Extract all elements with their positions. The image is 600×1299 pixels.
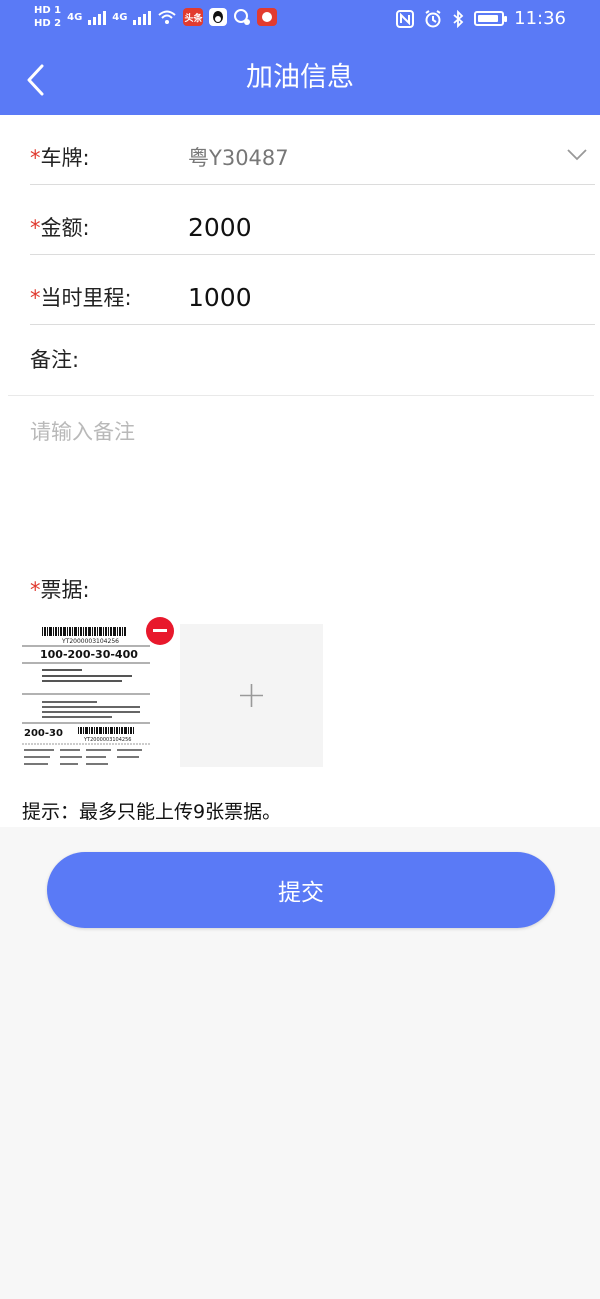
- note-label-row: 备注:: [30, 325, 600, 395]
- receipt-label-text: 票据:: [40, 578, 90, 602]
- sim1-label: HD 1: [34, 5, 62, 16]
- refuel-form: *车牌: 粤Y30487 *金额: 2000 *当时里程: 1000 备注: *…: [0, 115, 600, 827]
- receipt-image: YT2000003104256 100-200-30-400 200-30 YT…: [22, 624, 150, 767]
- submit-button[interactable]: 提交: [47, 852, 555, 928]
- note-label: 备注:: [30, 348, 80, 372]
- app-bar: HD 1 HD 2 4G 4G 头条 11:36 加油信息: [0, 0, 600, 115]
- plus-icon: [240, 684, 263, 707]
- sim-indicators: HD 1 HD 2: [34, 5, 61, 29]
- qq-icon: [209, 8, 228, 26]
- required-mark: *: [30, 216, 41, 240]
- page-title: 加油信息: [246, 62, 354, 93]
- network1-label: 4G: [67, 11, 83, 23]
- nfc-icon: [396, 9, 415, 28]
- wifi-icon: [158, 10, 177, 24]
- alarm-icon: [425, 9, 441, 27]
- status-right: 11:36: [396, 8, 566, 29]
- status-bar: HD 1 HD 2 4G 4G 头条 11:36: [0, 0, 600, 42]
- note-box: [8, 395, 594, 557]
- signal-icon: [88, 9, 107, 25]
- receipt-section: *票据: YT2000003104256 100-200-30-400 200-…: [8, 557, 594, 827]
- add-receipt-button[interactable]: [180, 624, 323, 767]
- upload-hint: 提示：最多只能上传9张票据。: [22, 801, 282, 823]
- required-mark: *: [30, 146, 41, 170]
- app-icon: [257, 8, 278, 26]
- bluetooth-icon: [453, 9, 464, 28]
- receipt-barcode-bottom-text: YT2000003104256: [83, 737, 131, 743]
- battery-charging-icon: [474, 11, 508, 26]
- required-mark: *: [30, 578, 41, 602]
- remove-receipt-button[interactable]: [146, 617, 174, 645]
- receipt-tracking-text: 100-200-30-400: [40, 648, 138, 661]
- receipt-code-text: 200-30: [24, 728, 63, 739]
- chat-icon: [234, 9, 251, 25]
- receipt-label: *票据:: [30, 574, 90, 604]
- sim2-label: HD 2: [34, 18, 62, 29]
- receipt-thumbnail[interactable]: YT2000003104256 100-200-30-400 200-30 YT…: [22, 624, 150, 767]
- plate-label-text: 车牌:: [40, 146, 90, 170]
- plate-field[interactable]: *车牌: 粤Y30487: [30, 115, 595, 185]
- signal-icon: [133, 9, 152, 25]
- status-left: HD 1 HD 2 4G 4G 头条: [34, 5, 278, 29]
- receipt-barcode-top-text: YT2000003104256: [61, 638, 119, 645]
- network2-label: 4G: [112, 11, 128, 23]
- required-mark: *: [30, 286, 41, 310]
- note-input[interactable]: [8, 396, 594, 557]
- chevron-down-icon[interactable]: [567, 149, 587, 161]
- status-time: 11:36: [514, 8, 566, 29]
- amount-label-text: 金额:: [40, 216, 90, 240]
- toutiao-app-icon: 头条: [183, 8, 204, 26]
- mileage-field[interactable]: *当时里程: 1000: [30, 255, 595, 325]
- amount-field[interactable]: *金额: 2000: [30, 185, 595, 255]
- mileage-label-text: 当时里程:: [40, 286, 132, 310]
